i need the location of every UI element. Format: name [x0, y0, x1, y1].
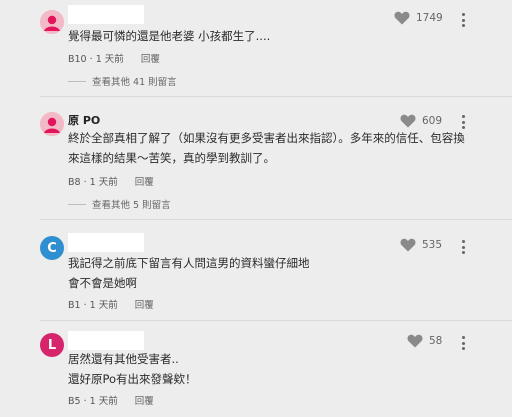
comment-meta: B1 · 1 天前 回覆: [68, 300, 154, 311]
author-name-redacted: [68, 5, 144, 24]
more-options-icon[interactable]: [461, 115, 465, 129]
floor-label: B8: [68, 177, 81, 188]
user-silhouette-icon: [40, 112, 64, 136]
avatar[interactable]: C: [40, 236, 64, 260]
comment-meta: B10 · 1 天前 回覆: [68, 54, 160, 65]
divider: [40, 96, 512, 97]
like-button[interactable]: 535: [400, 238, 442, 252]
user-silhouette-icon: [40, 10, 64, 34]
comment-text: 覺得最可憐的還是他老婆 小孩都生了....: [68, 29, 271, 43]
heart-icon: [407, 334, 423, 348]
reply-button[interactable]: 回覆: [141, 54, 160, 65]
avatar[interactable]: L: [40, 333, 64, 357]
like-button[interactable]: 58: [407, 334, 442, 348]
comment-meta: B8 · 1 天前 回覆: [68, 177, 154, 188]
like-count: 1749: [416, 12, 443, 24]
more-options-icon[interactable]: [461, 13, 465, 27]
author-name-redacted: [68, 331, 144, 350]
avatar[interactable]: [40, 112, 64, 136]
more-options-icon[interactable]: [461, 240, 465, 254]
floor-label: B1: [68, 300, 81, 311]
timestamp: 1 天前: [89, 300, 118, 311]
view-more-replies[interactable]: 查看其他 5 則留言: [68, 197, 171, 211]
more-options-icon[interactable]: [461, 336, 465, 350]
divider: [40, 219, 512, 220]
reply-button[interactable]: 回覆: [135, 396, 154, 407]
like-count: 535: [422, 239, 443, 251]
timestamp: 1 天前: [89, 177, 118, 188]
author-name-redacted: [68, 233, 144, 252]
avatar-letter: C: [47, 240, 57, 256]
heart-icon: [400, 114, 416, 128]
like-count: 609: [422, 115, 443, 127]
comment-text: 終於全部真相了解了（如果沒有更多受害者出來指認）。多年來的信任、包容換 來這樣的…: [68, 131, 465, 165]
avatar[interactable]: [40, 10, 64, 34]
floor-label: B10: [68, 54, 87, 65]
heart-icon: [400, 238, 416, 252]
timestamp: 1 天前: [89, 396, 118, 407]
like-button[interactable]: 609: [400, 114, 442, 128]
divider: [40, 320, 512, 321]
timestamp: 1 天前: [95, 54, 124, 65]
like-button[interactable]: 1749: [394, 11, 443, 25]
like-count: 58: [429, 335, 443, 347]
reply-button[interactable]: 回覆: [135, 300, 154, 311]
comment-text: 居然還有其他受害者.. 還好原Po有出來發聲欸！: [68, 352, 197, 386]
reply-button[interactable]: 回覆: [135, 177, 154, 188]
heart-icon: [394, 11, 410, 25]
avatar-letter: L: [47, 337, 57, 353]
author-name[interactable]: 原 PO: [68, 112, 100, 128]
comment-meta: B5 · 1 天前 回覆: [68, 396, 154, 407]
comment-text: 我記得之前底下留言有人問這男的資料蠻仔細地 會不會是她啊: [68, 256, 310, 290]
view-more-replies[interactable]: 查看其他 41 則留言: [68, 74, 177, 88]
floor-label: B5: [68, 396, 81, 407]
